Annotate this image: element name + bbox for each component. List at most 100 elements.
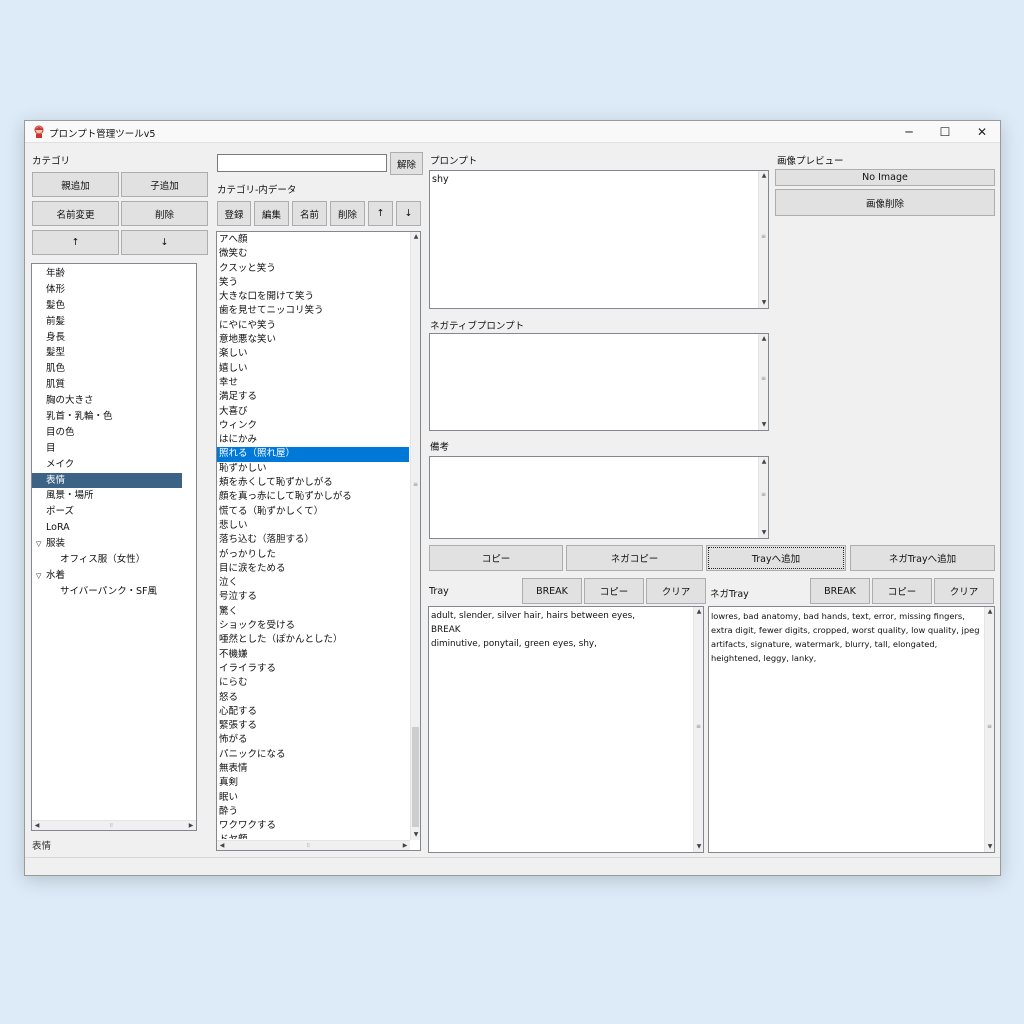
data-up-button[interactable]: ↑: [368, 201, 393, 226]
data-list-item[interactable]: にらむ: [217, 676, 409, 690]
delete-image-button[interactable]: 画像削除: [775, 189, 995, 216]
tray-clear-button[interactable]: クリア: [646, 578, 706, 604]
category-item[interactable]: ポーズ: [32, 504, 196, 520]
data-list-item[interactable]: 不機嫌: [217, 648, 409, 662]
data-list-item[interactable]: ドヤ顔: [217, 833, 409, 839]
scroll-up-icon[interactable]: ▲: [759, 334, 768, 344]
scroll-down-icon[interactable]: ▼: [694, 842, 703, 852]
negative-scrollbar[interactable]: ▲ ≡ ▼: [758, 334, 768, 430]
data-list-item[interactable]: 歯を見せてニッコリ笑う: [217, 304, 409, 318]
data-list-item[interactable]: 心配する: [217, 705, 409, 719]
scroll-left-icon[interactable]: ◀: [217, 841, 227, 850]
scroll-up-icon[interactable]: ▲: [759, 457, 768, 467]
scroll-down-icon[interactable]: ▼: [759, 528, 768, 538]
nega-tray-clear-button[interactable]: クリア: [934, 578, 994, 604]
data-list-item[interactable]: はにかみ: [217, 433, 409, 447]
add-to-nega-tray-button[interactable]: ネガTrayへ追加: [850, 545, 995, 571]
category-subitem[interactable]: オフィス服（女性）: [32, 552, 196, 568]
expand-toggle-icon[interactable]: ▽: [36, 569, 46, 585]
category-up-button[interactable]: ↑: [32, 230, 119, 255]
data-list-item[interactable]: 満足する: [217, 390, 409, 404]
category-item[interactable]: メイク: [32, 457, 196, 473]
data-list-item[interactable]: 幸せ: [217, 376, 409, 390]
data-horizontal-scrollbar[interactable]: ◀ ⦙⦙ ▶: [217, 840, 410, 850]
data-list-item[interactable]: ショックを受ける: [217, 619, 409, 633]
data-list-item[interactable]: 号泣する: [217, 590, 409, 604]
data-list-item[interactable]: にやにや笑う: [217, 319, 409, 333]
data-list-item[interactable]: ウィンク: [217, 419, 409, 433]
scroll-up-icon[interactable]: ▲: [759, 171, 768, 181]
data-list-item[interactable]: イライラする: [217, 662, 409, 676]
category-item[interactable]: ▽ 水着: [32, 568, 196, 584]
notes-textarea[interactable]: ▲ ≡ ▼: [429, 456, 769, 539]
name-button[interactable]: 名前: [292, 201, 327, 226]
category-item[interactable]: ▽ 服装: [32, 536, 196, 552]
data-list-item[interactable]: 照れる（照れ屋）: [217, 447, 409, 462]
category-item[interactable]: 身長: [32, 330, 196, 346]
category-subitem[interactable]: サイバーパンク・SF風: [32, 584, 196, 600]
data-list-item[interactable]: 悲しい: [217, 519, 409, 533]
maximize-button[interactable]: ☐: [927, 121, 963, 143]
scroll-down-icon[interactable]: ▼: [411, 830, 420, 840]
data-down-button[interactable]: ↓: [396, 201, 421, 226]
data-list-item[interactable]: 目に涙をためる: [217, 562, 409, 576]
data-list-item[interactable]: 真剣: [217, 776, 409, 790]
scroll-up-icon[interactable]: ▲: [985, 607, 994, 617]
data-list-item[interactable]: 微笑む: [217, 247, 409, 261]
minimize-button[interactable]: ─: [891, 121, 927, 143]
scroll-left-icon[interactable]: ◀: [32, 821, 42, 830]
scroll-right-icon[interactable]: ▶: [400, 841, 410, 850]
data-list-item[interactable]: アへ顔: [217, 233, 409, 247]
notes-scrollbar[interactable]: ▲ ≡ ▼: [758, 457, 768, 538]
tray-break-button[interactable]: BREAK: [522, 578, 582, 604]
data-list-item[interactable]: 笑う: [217, 276, 409, 290]
data-list-item[interactable]: 緊張する: [217, 719, 409, 733]
data-list-item[interactable]: 恥ずかしい: [217, 462, 409, 476]
add-child-button[interactable]: 子追加: [121, 172, 208, 197]
category-item[interactable]: 胸の大きさ: [32, 393, 196, 409]
data-list-item[interactable]: 顔を真っ赤にして恥ずかしがる: [217, 490, 409, 504]
category-item[interactable]: LoRA: [32, 520, 196, 536]
data-list-item[interactable]: 怖がる: [217, 733, 409, 747]
delete-category-button[interactable]: 削除: [121, 201, 208, 226]
category-item[interactable]: 年齢: [32, 266, 196, 282]
prompt-textarea[interactable]: shy ▲ ≡ ▼: [429, 170, 769, 309]
data-list-item[interactable]: 怒る: [217, 691, 409, 705]
scroll-thumb[interactable]: [412, 727, 419, 827]
category-down-button[interactable]: ↓: [121, 230, 208, 255]
rename-category-button[interactable]: 名前変更: [32, 201, 119, 226]
data-list-item[interactable]: 意地悪な笑い: [217, 333, 409, 347]
scroll-up-icon[interactable]: ▲: [694, 607, 703, 617]
copy-button[interactable]: コピー: [429, 545, 563, 571]
category-item[interactable]: 前髪: [32, 314, 196, 330]
data-list-item[interactable]: 落ち込む（落胆する）: [217, 533, 409, 547]
expand-toggle-icon[interactable]: ▽: [36, 537, 46, 553]
category-item[interactable]: 表情: [32, 472, 182, 489]
category-item[interactable]: 髪型: [32, 345, 196, 361]
data-list-item[interactable]: クスッと笑う: [217, 262, 409, 276]
data-list-item[interactable]: ワクワクする: [217, 819, 409, 833]
clear-search-button[interactable]: 解除: [390, 152, 423, 175]
data-list-item[interactable]: 酔う: [217, 805, 409, 819]
data-list-item[interactable]: パニックになる: [217, 748, 409, 762]
scroll-down-icon[interactable]: ▼: [759, 298, 768, 308]
scroll-up-icon[interactable]: ▲: [411, 232, 420, 242]
data-list-item[interactable]: 慌てる（恥ずかしくて）: [217, 505, 409, 519]
category-item[interactable]: 肌色: [32, 361, 196, 377]
nega-tray-scrollbar[interactable]: ▲ ≡ ▼: [984, 607, 994, 852]
category-item[interactable]: 髪色: [32, 298, 196, 314]
category-item[interactable]: 目: [32, 441, 196, 457]
nega-copy-button[interactable]: ネガコピー: [566, 545, 703, 571]
add-to-tray-button[interactable]: Trayへ追加: [706, 545, 846, 571]
close-button[interactable]: ✕: [964, 121, 1000, 143]
data-list-item[interactable]: がっかりした: [217, 548, 409, 562]
data-list-item[interactable]: 眠い: [217, 791, 409, 805]
category-item[interactable]: 肌質: [32, 377, 196, 393]
data-list-item[interactable]: 驚く: [217, 605, 409, 619]
nega-tray-textarea[interactable]: lowres, bad anatomy, bad hands, text, er…: [708, 606, 995, 853]
delete-data-button[interactable]: 削除: [330, 201, 365, 226]
data-list[interactable]: アへ顔 微笑む クスッと笑う 笑う 大きな口を開けて笑う 歯を見せてニッコリ笑う にやにや笑…: [216, 231, 421, 851]
category-tree[interactable]: 年齢 体形 髪色 前髪 身長 髪型 肌色 肌質 胸の大きさ 乳首・乳輪・色 目の色目メイク 表情 風景・…: [31, 263, 197, 831]
edit-button[interactable]: 編集: [254, 201, 289, 226]
prompt-scrollbar[interactable]: ▲ ≡ ▼: [758, 171, 768, 308]
